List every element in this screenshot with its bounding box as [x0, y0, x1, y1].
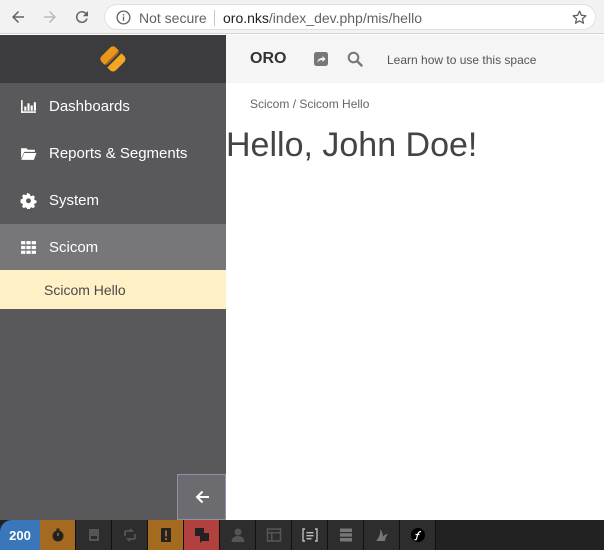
- debug-toolbar: 200: [0, 520, 604, 550]
- database-panel[interactable]: [328, 520, 364, 550]
- user-icon: [231, 528, 244, 542]
- symfony-icon: [410, 528, 425, 542]
- logger-panel[interactable]: [292, 520, 328, 550]
- browser-toolbar: Not secure oro.nks/index_dev.php/mis/hel…: [0, 0, 604, 34]
- arrow-left-icon: [195, 490, 209, 504]
- url-host: oro.nks: [223, 10, 269, 26]
- share-icon[interactable]: [313, 51, 329, 67]
- layout-icon: [266, 528, 281, 542]
- gear-icon: [20, 192, 37, 209]
- sidebar-subitem-scicom-hello[interactable]: Scicom Hello: [0, 270, 226, 309]
- sidebar-subitem-label: Scicom Hello: [44, 282, 126, 298]
- breadcrumb-parent[interactable]: Scicom: [250, 97, 289, 111]
- timer-panel[interactable]: [40, 520, 76, 550]
- cache-panel[interactable]: [112, 520, 148, 550]
- arrow-right-icon: [44, 11, 56, 23]
- breadcrumb-current: Scicom Hello: [299, 97, 370, 111]
- sidebar-item-reports-segments[interactable]: Reports & Segments: [0, 130, 226, 177]
- sidebar-item-label: Dashboards: [49, 98, 130, 115]
- reload-button[interactable]: [70, 5, 94, 29]
- address-bar[interactable]: Not secure oro.nks/index_dev.php/mis/hel…: [104, 4, 596, 30]
- learn-link[interactable]: Learn how to use this space: [387, 53, 536, 67]
- warnings-panel[interactable]: [148, 520, 184, 550]
- log-icon: [301, 528, 318, 542]
- page-title: Hello, John Doe!: [226, 126, 478, 164]
- refresh-icon: [123, 528, 136, 542]
- bar-chart-icon: [21, 100, 36, 113]
- sidebar-item-dashboards[interactable]: Dashboards: [0, 83, 226, 130]
- oro-logo[interactable]: [0, 35, 226, 83]
- symfony-panel[interactable]: [400, 520, 436, 550]
- brand-name[interactable]: ORO: [250, 50, 286, 68]
- back-button[interactable]: [6, 5, 30, 29]
- status-code-badge[interactable]: 200: [0, 520, 40, 550]
- security-label: Not secure: [139, 10, 207, 26]
- sidebar-item-label: Scicom: [49, 239, 99, 256]
- url-path: /index_dev.php/mis/hello: [268, 10, 422, 26]
- server-icon: [339, 528, 352, 542]
- grid-icon: [21, 241, 36, 254]
- arrow-left-icon: [12, 11, 24, 23]
- memory-icon: [88, 529, 99, 541]
- oro-logo-icon: [100, 46, 126, 72]
- translation-icon: [194, 528, 209, 543]
- breadcrumb-separator: /: [292, 97, 297, 111]
- layout-panel[interactable]: [256, 520, 292, 550]
- breadcrumb: Scicom / Scicom Hello: [250, 97, 369, 111]
- sidebar-item-label: Reports & Segments: [49, 145, 188, 162]
- security-panel[interactable]: [220, 520, 256, 550]
- memory-panel[interactable]: [76, 520, 112, 550]
- forward-button[interactable]: [38, 5, 62, 29]
- url-text: oro.nks/index_dev.php/mis/hello: [223, 10, 422, 26]
- translations-panel[interactable]: [184, 520, 220, 550]
- folder-open-icon: [21, 148, 37, 160]
- info-icon[interactable]: [116, 10, 131, 25]
- reload-icon: [75, 11, 88, 24]
- sidebar-collapse-button[interactable]: [177, 474, 226, 520]
- sidebar: Dashboards Reports & Segments System Sci…: [0, 35, 226, 520]
- omnibox-divider: [214, 10, 215, 26]
- sidebar-item-scicom[interactable]: Scicom: [0, 224, 226, 271]
- twig-panel[interactable]: [364, 520, 400, 550]
- twig-icon: [375, 529, 388, 541]
- exclamation-icon: [160, 528, 171, 542]
- main-header: ORO Learn how to use this space: [226, 35, 604, 83]
- sidebar-item-label: System: [49, 192, 100, 209]
- stopwatch-icon: [52, 528, 63, 542]
- star-icon[interactable]: [571, 9, 588, 26]
- sidebar-item-system[interactable]: System: [0, 177, 226, 224]
- search-icon[interactable]: [347, 51, 363, 67]
